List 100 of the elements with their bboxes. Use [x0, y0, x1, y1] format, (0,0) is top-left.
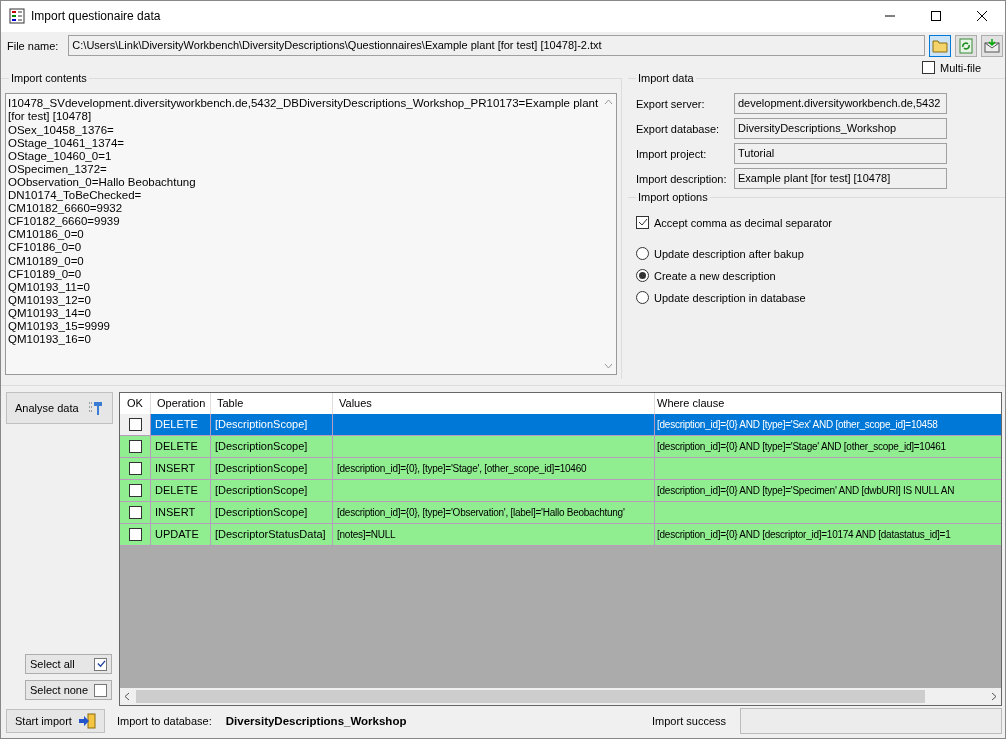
import-contents-text-area[interactable] — [5, 93, 617, 375]
field-value: Tutorial — [734, 143, 947, 165]
content-line: CF10182_6660=9939 — [8, 215, 121, 229]
import-arrow-icon — [78, 713, 96, 730]
app-icon — [9, 8, 25, 25]
envelope-icon — [984, 38, 1000, 53]
table-row[interactable]: DELETE [DescriptionScope] [description_id]={0} AND [type]='Specimen' AND [dwbURI] IS NULL AN — [120, 479, 1001, 502]
scroll-thumb[interactable] — [136, 690, 925, 704]
table-row[interactable]: UPDATE [DescriptorStatusData] [notes]=NULL [description_id]={0} AND [descriptor_id]=10174 AND [datastatus_id]=1 — [120, 523, 1001, 546]
field-value: DiversityDescriptions_Workshop — [734, 118, 947, 140]
table-cell: [DescriptorStatusData] — [211, 523, 333, 545]
reload-button[interactable] — [955, 34, 977, 57]
multi-file-label: Multi-file — [940, 61, 981, 74]
import-success-label: Import success — [652, 715, 726, 728]
analyse-data-button[interactable]: Analyse data — [6, 391, 113, 424]
select-all-button[interactable]: Select all — [25, 654, 112, 675]
table-cell: [DescriptionScope] — [211, 435, 333, 457]
row-checkbox[interactable] — [128, 439, 142, 453]
start-import-button[interactable]: Start import — [6, 709, 105, 734]
table-cell: [description_id]={0}, [type]='Observation', [label]='Hallo Beobachtung' — [333, 501, 655, 523]
table-cell: [DescriptionScope] — [211, 501, 333, 523]
radio-label: Update description in database — [654, 291, 806, 304]
content-line: CM10182_6660=9932 — [8, 202, 124, 216]
field-label: Export database: — [635, 122, 721, 135]
content-line: OObservation_0=Hallo Beobachtung — [8, 175, 197, 190]
content-line: CM10189_0=0 — [8, 254, 85, 268]
field-value: Example plant [for test] [10478] — [734, 168, 947, 190]
radio-button[interactable] — [636, 269, 649, 283]
column-header[interactable]: OK — [120, 392, 151, 414]
table-cell: [DescriptionScope] — [211, 457, 333, 479]
import-mail-button[interactable] — [981, 34, 1003, 57]
row-checkbox[interactable] — [128, 527, 142, 541]
multi-file-checkbox[interactable] — [922, 61, 936, 75]
refresh-icon — [959, 37, 973, 54]
content-line: QM10193_12=0 — [8, 293, 92, 307]
table-row[interactable]: INSERT [DescriptionScope] [description_id]={0}, [type]='Observation', [label]='Hallo Beobachtung' — [120, 501, 1001, 524]
content-line: OStage_10460_0=1 — [8, 149, 113, 163]
maximize-icon[interactable] — [930, 10, 942, 23]
close-icon[interactable] — [976, 10, 988, 23]
group-title: Import data — [636, 72, 696, 85]
radio-label: Create a new description — [654, 269, 776, 282]
row-checkbox[interactable] — [128, 461, 142, 475]
content-line: QM10193_15=9999 — [8, 320, 111, 334]
content-line: OStage_10461_1374= — [8, 136, 126, 150]
content-line: QM10193_11=0 — [8, 280, 91, 294]
content-line: OSex_10458_1376= — [8, 123, 115, 137]
table-cell-text: [description_id]={0} AND [type]='Specimen' AND [dwbURI] IS NULL AN — [656, 483, 956, 498]
table-row[interactable]: INSERT [DescriptionScope] [description_id]={0}, [type]='Stage', [other_scope_id]=10460 — [120, 457, 1001, 480]
horizontal-scrollbar[interactable] — [120, 688, 1001, 706]
import-database-label: Import to database: — [117, 715, 212, 728]
table-cell: [DescriptionScope] — [211, 479, 333, 501]
file-name-label: File name: — [7, 39, 59, 52]
group-title: Import contents — [9, 72, 89, 85]
import-database-value: DiversityDescriptions_Workshop — [225, 715, 407, 728]
table-cell: DELETE — [151, 413, 211, 435]
table-cell: INSERT — [151, 457, 211, 479]
scroll-left-icon[interactable] — [124, 692, 130, 702]
table-cell-text: [description_id]={0} AND [type]='Sex' AND [other_scope_id]=10458 — [656, 417, 939, 432]
option-label: Accept comma as decimal separator — [654, 216, 832, 229]
option-checkbox[interactable] — [636, 216, 649, 230]
content-line: QM10193_14=0 — [8, 306, 92, 320]
table-row[interactable]: DELETE [DescriptionScope] [description_id]={0} AND [type]='Stage' AND [other_scope_id]=10461 — [120, 435, 1001, 458]
column-header[interactable]: Operation — [151, 392, 211, 414]
radio-label: Update description after bakup — [654, 247, 804, 260]
table-cell: UPDATE — [151, 523, 211, 545]
column-header[interactable]: Values — [333, 392, 655, 414]
table-cell: [description_id]={0}, [type]='Stage', [other_scope_id]=10460 — [333, 457, 655, 479]
column-header[interactable]: Where clause — [655, 392, 1001, 414]
radio-button[interactable] — [636, 291, 649, 305]
field-label: Import description: — [635, 172, 728, 185]
table-row[interactable]: DELETE [DescriptionScope] [description_id]={0} AND [type]='Sex' AND [other_scope_id]=10458 — [120, 413, 1001, 436]
row-checkbox[interactable] — [128, 505, 142, 519]
content-line: QM10193_16=0 — [8, 333, 92, 347]
field-label: Export server: — [635, 97, 706, 110]
analyse-icon — [88, 399, 104, 416]
content-line: OSpecimen_1372= — [8, 162, 108, 176]
table-cell-text: [description_id]={0} AND [type]='Stage' AND [other_scope_id]=10461 — [656, 439, 947, 454]
table-cell: DELETE — [151, 479, 211, 501]
scroll-right-icon[interactable] — [991, 692, 997, 702]
row-checkbox[interactable] — [128, 483, 142, 497]
folder-icon — [932, 38, 948, 53]
field-label: Import project: — [635, 147, 708, 160]
table-cell: INSERT — [151, 501, 211, 523]
window-title: Import questionaire data — [31, 9, 162, 24]
group-title: Import options — [636, 191, 710, 204]
field-value: development.diversityworkbench.de,5432 — [734, 93, 947, 115]
select-none-button[interactable]: Select none — [25, 680, 112, 701]
content-line: I10478_SVdevelopment.diversityworkbench.de,5432_DBDiversityDescriptions_Workshop_PR10173=Example plant [for test] [10478] — [8, 97, 599, 124]
row-checkbox[interactable] — [128, 417, 142, 431]
content-line: CF10186_0=0 — [8, 241, 83, 255]
content-line: DN10174_ToBeChecked= — [8, 189, 143, 203]
table-cell: [notes]=NULL — [333, 523, 655, 545]
open-folder-button[interactable] — [929, 34, 951, 57]
table-cell: [DescriptionScope] — [211, 413, 333, 435]
content-line: CF10189_0=0 — [8, 267, 83, 281]
column-header[interactable]: Table — [211, 392, 333, 414]
file-path-field[interactable]: C:\Users\Link\DiversityWorkbench\DiversityDescriptions\Questionnaires\Example plant [for test] [10478]-2.txt — [68, 35, 925, 56]
radio-button[interactable] — [636, 247, 649, 261]
table-cell: DELETE — [151, 435, 211, 457]
table-cell-text: [description_id]={0} AND [descriptor_id]=10174 AND [datastatus_id]=1 — [656, 527, 952, 542]
